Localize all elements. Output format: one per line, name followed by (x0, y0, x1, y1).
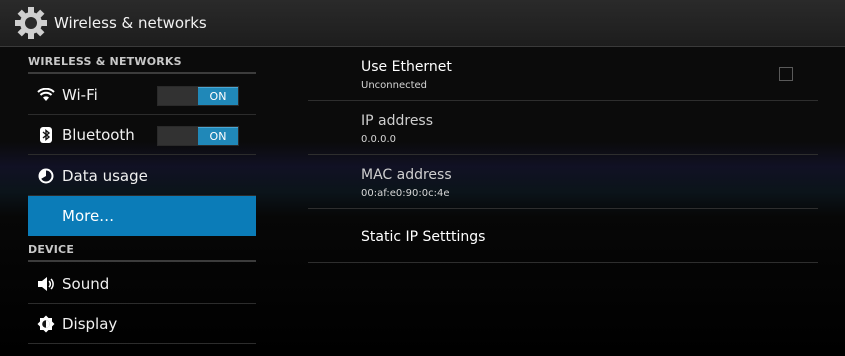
pref-summary: 00:af:e0:90:0c:4e (361, 188, 450, 199)
nav-item-label: Wi-Fi (62, 85, 98, 104)
pref-summary: Unconnected (361, 80, 428, 91)
pref-ip-address: IP address 0.0.0.0 (308, 101, 818, 155)
wifi-icon (36, 85, 56, 105)
nav-item-label: Bluetooth (62, 125, 135, 144)
nav-item-label: Display (62, 314, 118, 333)
nav-item-more[interactable]: More… (28, 196, 256, 236)
nav-item-label: Data usage (62, 166, 148, 185)
wifi-toggle-state: ON (198, 87, 238, 105)
nav-item-bluetooth[interactable]: Bluetooth ON (28, 115, 256, 155)
action-bar: Wireless & networks (0, 0, 845, 47)
nav-item-label: More… (62, 207, 115, 225)
settings-gear-icon[interactable] (12, 4, 50, 42)
pref-title: Use Ethernet (361, 59, 452, 75)
nav-item-sound[interactable]: Sound (28, 264, 256, 304)
bluetooth-toggle[interactable]: ON (157, 126, 239, 146)
bluetooth-toggle-state: ON (198, 127, 238, 145)
ethernet-checkbox[interactable] (779, 67, 793, 81)
pref-title: IP address (361, 113, 434, 129)
section-header-wireless: WIRELESS & NETWORKS (28, 50, 256, 74)
section-header-device: DEVICE (28, 238, 256, 262)
bluetooth-icon (36, 125, 56, 145)
data-usage-icon (36, 166, 56, 186)
brightness-icon (36, 314, 56, 334)
wifi-toggle[interactable]: ON (157, 86, 239, 106)
speaker-icon (36, 274, 56, 294)
nav-item-data-usage[interactable]: Data usage (28, 156, 256, 196)
page-title: Wireless & networks (54, 14, 207, 32)
pref-use-ethernet[interactable]: Use Ethernet Unconnected (308, 47, 818, 101)
pref-title: Static IP Setttings (361, 229, 486, 245)
settings-screen: Wireless & networks WIRELESS & NETWORKS … (0, 0, 845, 356)
nav-item-wifi[interactable]: Wi-Fi ON (28, 75, 256, 115)
nav-item-label: Sound (62, 274, 110, 293)
pref-title: MAC address (361, 167, 452, 183)
nav-item-display[interactable]: Display (28, 304, 256, 344)
pref-summary: 0.0.0.0 (361, 134, 396, 145)
pref-mac-address: MAC address 00:af:e0:90:0c:4e (308, 155, 818, 209)
pref-static-ip-settings[interactable]: Static IP Setttings (308, 209, 818, 263)
